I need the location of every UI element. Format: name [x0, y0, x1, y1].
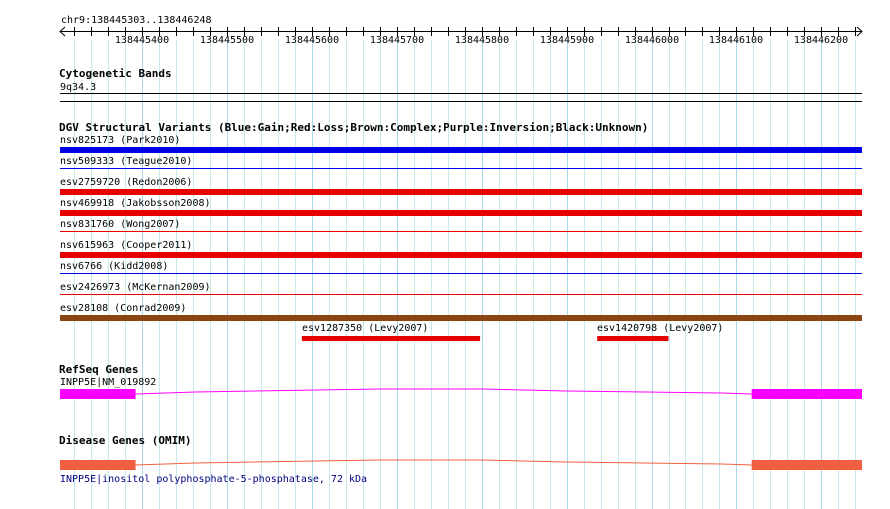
ruler-tick-label: 138446000: [624, 35, 680, 46]
dgv-variant-label[interactable]: nsv469918 (Jakobsson2008): [60, 198, 211, 209]
ruler-tick-label: 138445600: [284, 35, 340, 46]
dgv-variant-label[interactable]: nsv509333 (Teague2010): [60, 156, 192, 167]
dgv-variant-label[interactable]: esv2759720 (Redon2006): [60, 177, 192, 188]
dgv-variant-label[interactable]: nsv831760 (Wong2007): [60, 219, 180, 230]
refseq-track-title: RefSeq Genes: [59, 363, 139, 376]
ruler-tick-label: 138445800: [454, 35, 510, 46]
dgv-variant-label[interactable]: nsv825173 (Park2010): [60, 135, 180, 146]
dgv-variant-bar[interactable]: [60, 147, 862, 153]
dgv-variant-bar[interactable]: [60, 294, 862, 295]
dgv-variant-bar[interactable]: [301, 336, 481, 341]
dgv-variant-label[interactable]: nsv615963 (Cooper2011): [60, 240, 192, 251]
dgv-variant-bar[interactable]: [60, 189, 862, 195]
dgv-variant-bar[interactable]: [60, 210, 862, 216]
refseq-exon[interactable]: [60, 389, 136, 399]
cytoband-label: 9q34.3: [60, 82, 97, 93]
dgv-variant-bar[interactable]: [60, 273, 862, 274]
omim-track-title: Disease Genes (OMIM): [59, 434, 192, 447]
ruler-tick-label: 138445700: [369, 35, 425, 46]
dgv-variant-label[interactable]: esv28108 (Conrad2009): [60, 303, 186, 314]
omim-exon[interactable]: [751, 460, 862, 470]
ruler-tick-label: 138446200: [793, 35, 849, 46]
dgv-variant-bar[interactable]: [597, 336, 669, 341]
cytoband-track-title: Cytogenetic Bands: [59, 67, 172, 80]
dgv-variant-bar[interactable]: [60, 315, 862, 321]
dgv-variant-label[interactable]: nsv6766 (Kidd2008): [60, 261, 168, 272]
refseq-gene-label[interactable]: INPP5E|NM_019892: [60, 377, 156, 388]
region-label: chr9:138445303..138446248: [61, 15, 212, 26]
omim-gene-label[interactable]: INPP5E|inositol polyphosphate-5-phosphat…: [60, 474, 367, 485]
refseq-exon[interactable]: [751, 389, 862, 399]
dgv-variant-label[interactable]: esv1420798 (Levy2007): [597, 323, 723, 334]
dgv-variant-bar[interactable]: [60, 231, 862, 232]
ruler-tick-label: 138445500: [199, 35, 255, 46]
ruler-tick-label: 138445400: [114, 35, 170, 46]
ruler-tick-label: 138445900: [539, 35, 595, 46]
dgv-variant-label[interactable]: esv1287350 (Levy2007): [302, 323, 428, 334]
omim-exon[interactable]: [60, 460, 136, 470]
dgv-variant-label[interactable]: esv2426973 (McKernan2009): [60, 282, 211, 293]
dgv-track-title: DGV Structural Variants (Blue:Gain;Red:L…: [59, 121, 649, 134]
dgv-variant-bar[interactable]: [60, 168, 862, 169]
genome-browser-view: chr9:138445303..138446248 138445400 13844…: [0, 0, 890, 509]
ruler-tick-label: 138446100: [708, 35, 764, 46]
dgv-variant-bar[interactable]: [60, 252, 862, 258]
